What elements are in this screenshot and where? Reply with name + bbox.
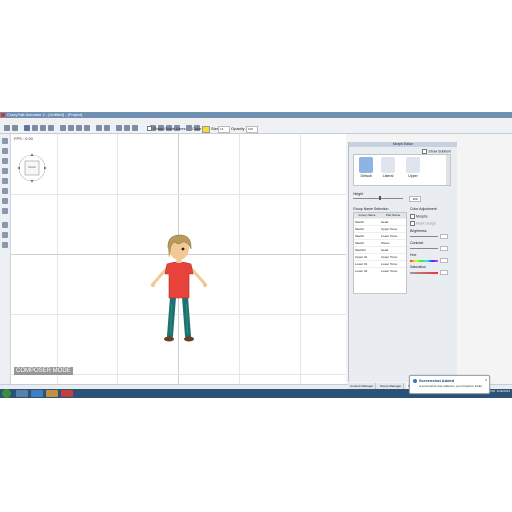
- show-subitem-label: Show Subitem: [428, 149, 451, 154]
- camera-icon[interactable]: [76, 125, 82, 131]
- show-guide-lines-label: Show Guide Lines: [153, 126, 186, 131]
- preset-label: Default: [360, 174, 372, 178]
- height-slider[interactable]: [353, 198, 403, 199]
- notification-title: Screenshot Added: [419, 378, 455, 383]
- stage-viewport[interactable]: FPS : 0.00 Front COMPOSER MODE: [11, 134, 346, 384]
- camera-tool-icon[interactable]: [2, 198, 8, 204]
- tray-date: 1/29/2013: [496, 389, 510, 393]
- taskbar-crazytalk-icon[interactable]: [61, 390, 73, 397]
- brightness-label: Brightness: [410, 229, 427, 233]
- scene-tool-icon[interactable]: [2, 138, 8, 144]
- preset-upper[interactable]: Upper: [404, 157, 422, 178]
- app-icon: [1, 113, 5, 117]
- color-swatch[interactable]: [202, 126, 210, 133]
- opacity-label: Opacity: [231, 126, 245, 131]
- dropbox-icon: [413, 379, 417, 383]
- prop-tool-icon[interactable]: [2, 158, 8, 164]
- saturation-slider[interactable]: [410, 272, 438, 274]
- color-section-label: Color Adjustment: [410, 207, 437, 211]
- composer-mode-label: COMPOSER MODE: [14, 367, 73, 375]
- size-field[interactable]: 14: [218, 126, 230, 133]
- character-figure[interactable]: [149, 234, 209, 349]
- scale-icon[interactable]: [48, 125, 54, 131]
- select-icon[interactable]: [24, 125, 30, 131]
- app-window: CrazyTalk Animator 2 - [Untitled] - [Pro…: [0, 112, 512, 398]
- preset-scrollbar[interactable]: [446, 155, 450, 185]
- hue-slider[interactable]: [410, 260, 438, 262]
- mask-design-option[interactable]: Mask Design: [410, 221, 436, 226]
- flip-icon[interactable]: [84, 125, 90, 131]
- preset-thumbnail: [406, 157, 420, 173]
- left-toolbar: [0, 134, 11, 384]
- panel-title: Morph Editor: [349, 142, 457, 147]
- timeline-icon[interactable]: [96, 125, 102, 131]
- mask-design-label: Mask Design: [416, 221, 437, 226]
- notification-close-button[interactable]: x: [485, 377, 487, 382]
- taskbar-explorer-icon[interactable]: [16, 390, 28, 397]
- export-icon[interactable]: [132, 125, 138, 131]
- height-slider-thumb[interactable]: [379, 196, 381, 200]
- color-label: Color: [192, 126, 202, 131]
- motion-tool-icon[interactable]: [2, 222, 8, 228]
- notification-text: A screenshot was added to your Dropbox f…: [419, 384, 483, 388]
- view-navigator[interactable]: Front: [17, 153, 47, 183]
- brightness-value[interactable]: [440, 234, 448, 239]
- move-icon[interactable]: [32, 125, 38, 131]
- preset-lateral[interactable]: Lateral: [379, 157, 397, 178]
- group-section-label: Group Name Selection: [353, 207, 389, 211]
- preset-label: Upper: [408, 174, 418, 178]
- height-label: Height: [353, 192, 364, 196]
- light-tool-icon[interactable]: [2, 208, 8, 214]
- fps-readout: FPS : 0.00: [14, 136, 33, 141]
- morphs-label: Morphs: [416, 214, 428, 219]
- preset-label: Lateral: [382, 174, 394, 178]
- actor-tool-icon[interactable]: [2, 148, 8, 154]
- taskbar-browser-icon[interactable]: [31, 390, 43, 397]
- morphs-checkbox[interactable]: [410, 214, 415, 219]
- bone-icon[interactable]: [68, 125, 74, 131]
- sound-tool-icon[interactable]: [2, 188, 8, 194]
- show-guide-lines-checkbox[interactable]: [147, 126, 152, 131]
- text-tool-icon[interactable]: [2, 168, 8, 174]
- brightness-slider[interactable]: [410, 236, 438, 237]
- undo-icon[interactable]: [4, 125, 10, 131]
- hue-label: Hue: [410, 253, 417, 257]
- face-tool-icon[interactable]: [2, 232, 8, 238]
- saturation-value[interactable]: [440, 270, 448, 275]
- pen-icon[interactable]: [60, 125, 66, 131]
- morphs-option[interactable]: Morphs: [410, 214, 428, 219]
- sprite-icon[interactable]: [104, 125, 110, 131]
- height-value[interactable]: 100: [409, 196, 421, 202]
- preset-thumbnail: [381, 157, 395, 173]
- hue-value[interactable]: [440, 258, 448, 263]
- redo-icon[interactable]: [12, 125, 18, 131]
- contrast-value[interactable]: [440, 246, 448, 251]
- start-button[interactable]: [2, 389, 11, 398]
- rotate-icon[interactable]: [40, 125, 46, 131]
- main-toolbar: Show Guide Lines Color Size 14 Opacity 1…: [0, 124, 512, 134]
- group-cell: Lower 02: [355, 269, 368, 273]
- render-icon[interactable]: [116, 125, 122, 131]
- morph-editor-panel: Morph Editor Show Subitem Default Latera…: [348, 142, 457, 382]
- nav-center-label: Front: [28, 165, 36, 169]
- layer-tool-icon[interactable]: [2, 242, 8, 248]
- table-row[interactable]: Lower 02 Lower Torso: [354, 267, 406, 275]
- color-adjustment: Morphs Mask Design Brightness Contrast H…: [410, 212, 450, 292]
- preview-icon[interactable]: [124, 125, 130, 131]
- saturation-label: Saturation: [410, 265, 426, 269]
- taskbar-folder-icon[interactable]: [46, 390, 58, 397]
- effect-tool-icon[interactable]: [2, 178, 8, 184]
- preset-thumbnail: [359, 157, 373, 173]
- preset-default[interactable]: Default: [357, 157, 375, 178]
- preset-gallery: Default Lateral Upper: [353, 154, 451, 186]
- contrast-slider[interactable]: [410, 248, 438, 249]
- group-table: Group Name Part Name Sketch Head Sketch Up…: [353, 212, 407, 294]
- part-cell: Lower Torso: [381, 269, 398, 273]
- opacity-field[interactable]: 100: [246, 126, 258, 133]
- dropbox-notification[interactable]: Screenshot Added A screenshot was added …: [409, 375, 490, 394]
- contrast-label: Contrast: [410, 241, 424, 245]
- mask-design-checkbox[interactable]: [410, 221, 415, 226]
